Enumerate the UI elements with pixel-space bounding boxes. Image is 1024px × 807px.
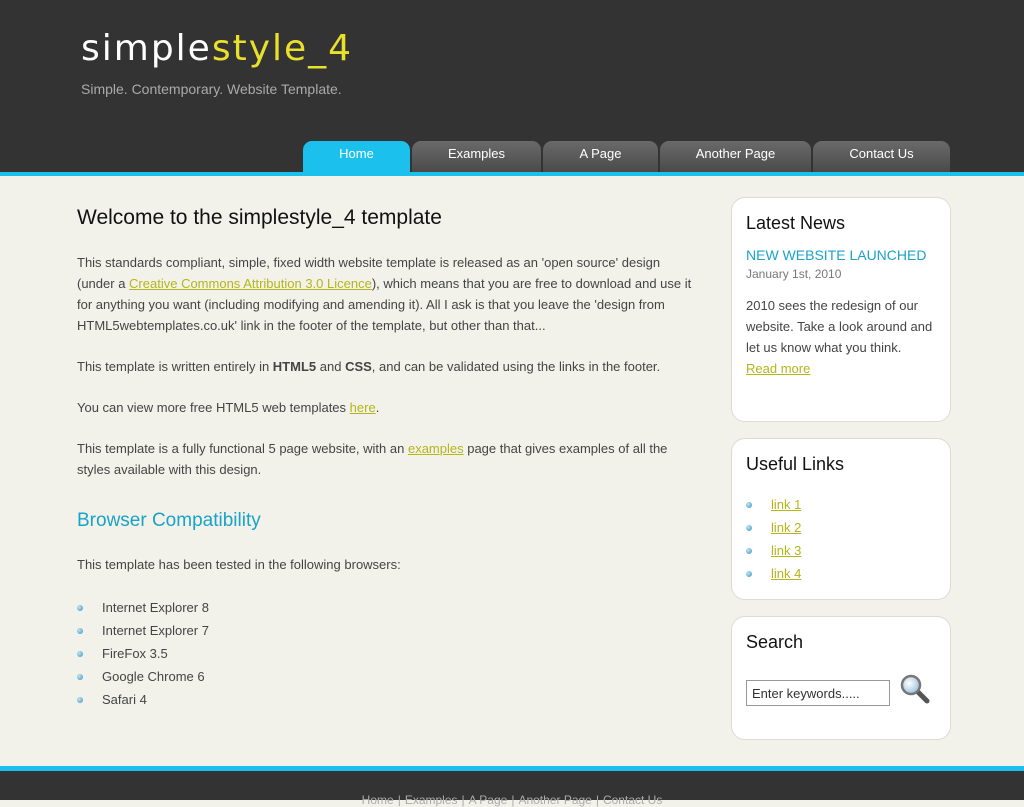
- read-more-link[interactable]: Read more: [746, 361, 810, 376]
- intro-paragraph: This standards compliant, simple, fixed …: [77, 252, 697, 336]
- more-text-b: .: [375, 400, 380, 415]
- footer-separator: |: [397, 793, 401, 807]
- search-input[interactable]: [746, 680, 890, 706]
- footer-link-examples[interactable]: Examples: [405, 793, 458, 807]
- news-date: January 1st, 2010: [746, 267, 842, 281]
- footer-link-contact-us[interactable]: Contact Us: [603, 793, 662, 807]
- bullet-icon: [746, 571, 752, 577]
- footer-link-a-page[interactable]: A Page: [469, 793, 508, 807]
- site-slogan: Simple. Contemporary. Website Template.: [81, 81, 342, 97]
- bullet-icon: [746, 502, 752, 508]
- useful-links-list: link 1 link 2 link 3 link 4: [746, 493, 936, 585]
- latest-news-panel: Latest News New Website Launched January…: [731, 197, 951, 422]
- page-title: Welcome to the simplestyle_4 template: [77, 206, 442, 229]
- nav-tab-another-page[interactable]: Another Page: [660, 141, 811, 172]
- list-item: link 1: [746, 493, 936, 516]
- list-item: FireFox 3.5: [77, 642, 697, 665]
- tech-text-a: This template is written entirely in: [77, 359, 273, 374]
- useful-links-panel: Useful Links link 1 link 2 link 3 link 4: [731, 438, 951, 600]
- site-header: simplestyle_4 Simple. Contemporary. Webs…: [0, 0, 1024, 172]
- browser-name: Internet Explorer 8: [102, 600, 209, 615]
- sidebar-link-3[interactable]: link 3: [771, 543, 801, 558]
- nav-tab-a-page[interactable]: A Page: [543, 141, 658, 172]
- main-nav: Home Examples A Page Another Page Contac…: [0, 141, 1024, 172]
- examples-text-a: This template is a fully functional 5 pa…: [77, 441, 408, 456]
- header-accent-stripe: [0, 172, 1024, 176]
- nav-tab-examples[interactable]: Examples: [412, 141, 541, 172]
- browser-compat-heading: Browser Compatibility: [77, 510, 261, 531]
- nav-tab-contact-us[interactable]: Contact Us: [813, 141, 950, 172]
- footer-link-another-page[interactable]: Another Page: [518, 793, 591, 807]
- bullet-icon: [746, 548, 752, 554]
- bullet-icon: [77, 674, 83, 680]
- sidebar-link-2[interactable]: link 2: [771, 520, 801, 535]
- more-templates-paragraph: You can view more free HTML5 web templat…: [77, 397, 697, 418]
- search-heading: Search: [746, 632, 804, 652]
- bullet-icon: [77, 697, 83, 703]
- licence-link[interactable]: Creative Commons Attribution 3.0 Licence: [129, 276, 372, 291]
- list-item: Internet Explorer 8: [77, 596, 697, 619]
- logo-accent: style_4: [211, 28, 354, 69]
- here-link[interactable]: here: [350, 400, 376, 415]
- footer-separator: |: [461, 793, 465, 807]
- sidebar-link-1[interactable]: link 1: [771, 497, 801, 512]
- browser-name: Internet Explorer 7: [102, 623, 209, 638]
- site-footer: Home | Examples | A Page | Another Page | Contac…: [0, 771, 1024, 807]
- sidebar-link-4[interactable]: link 4: [771, 566, 801, 581]
- list-item: link 3: [746, 539, 936, 562]
- tech-paragraph: This template is written entirely in HTM…: [77, 356, 697, 377]
- footer-separator: |: [511, 793, 515, 807]
- browser-intro: This template has been tested in the fol…: [77, 557, 401, 572]
- nav-tab-home[interactable]: Home: [303, 141, 410, 172]
- list-item: Google Chrome 6: [77, 665, 697, 688]
- html5-label: HTML5: [272, 359, 317, 374]
- bullet-icon: [77, 605, 83, 611]
- list-item: link 2: [746, 516, 936, 539]
- tech-text-and: and: [316, 359, 346, 374]
- bullet-icon: [77, 628, 83, 634]
- logo-main: simple: [81, 28, 212, 69]
- browser-name: Safari 4: [102, 692, 147, 707]
- examples-paragraph: This template is a fully functional 5 pa…: [77, 438, 697, 480]
- tech-text-b: , and can be validated using the links i…: [371, 359, 661, 374]
- site-logo[interactable]: simplestyle_4: [81, 28, 353, 69]
- news-title: New Website Launched: [746, 247, 927, 263]
- examples-link[interactable]: examples: [408, 441, 464, 456]
- browser-list: Internet Explorer 8 Internet Explorer 7 …: [77, 596, 697, 711]
- search-icon[interactable]: [898, 672, 932, 706]
- footer-separator: |: [595, 793, 599, 807]
- bullet-icon: [77, 651, 83, 657]
- list-item: Internet Explorer 7: [77, 619, 697, 642]
- footer-link-home[interactable]: Home: [362, 793, 394, 807]
- useful-links-heading: Useful Links: [746, 454, 845, 474]
- more-text-a: You can view more free HTML5 web templat…: [77, 400, 350, 415]
- browser-name: FireFox 3.5: [102, 646, 168, 661]
- main-content: Welcome to the simplestyle_4 template Th…: [77, 206, 697, 711]
- news-text: 2010 sees the redesign of our website. T…: [746, 298, 933, 355]
- bullet-icon: [746, 525, 752, 531]
- browser-name: Google Chrome 6: [102, 669, 205, 684]
- search-panel: Search: [731, 616, 951, 740]
- list-item: Safari 4: [77, 688, 697, 711]
- list-item: link 4: [746, 562, 936, 585]
- latest-news-heading: Latest News: [746, 213, 846, 233]
- css-label: CSS: [345, 359, 372, 374]
